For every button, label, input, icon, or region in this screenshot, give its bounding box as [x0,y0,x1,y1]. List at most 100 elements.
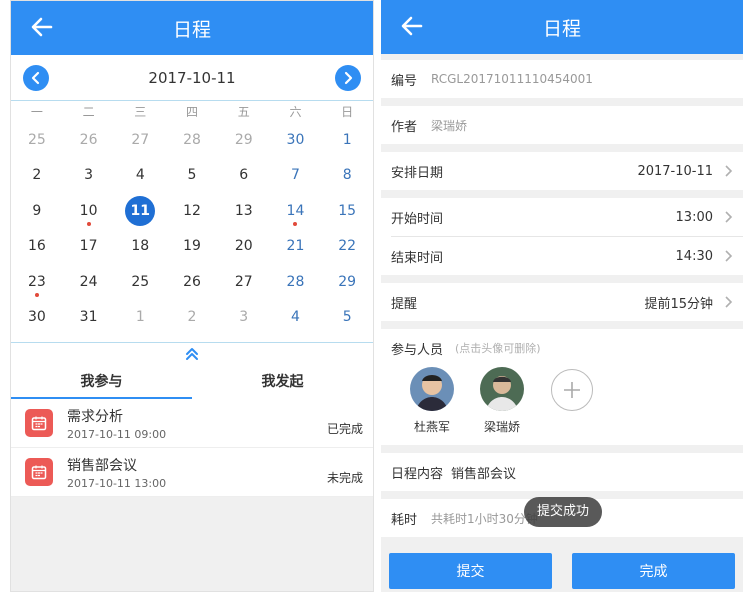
calendar-day[interactable]: 8 [321,158,373,193]
collapse-calendar-button[interactable] [11,343,373,366]
tab-initiated[interactable]: 我发起 [192,365,373,399]
calendar-day[interactable]: 10 [63,194,115,229]
schedule-time: 2017-10-11 13:00 [67,476,167,490]
duration-label: 耗时 [391,512,418,528]
schedule-tabs: 我参与 我发起 [11,365,373,400]
back-arrow-icon[interactable] [29,14,55,40]
calendar-day[interactable]: 25 [114,265,166,300]
calendar-day[interactable]: 31 [63,300,115,335]
calendar-day[interactable]: 2 [11,158,63,193]
calendar-day[interactable]: 1 [114,300,166,335]
calendar-day-number: 14 [286,202,305,219]
plus-icon [564,382,580,398]
calendar-day[interactable]: 2 [166,300,218,335]
participant[interactable]: 梁瑞娇 [467,367,537,445]
calendar-day[interactable]: 30 [270,123,322,158]
calendar-day[interactable]: 9 [11,194,63,229]
calendar-day[interactable]: 3 [63,158,115,193]
chevron-right-icon [725,296,733,308]
done-button[interactable]: 完成 [572,553,735,589]
schedule-time: 2017-10-11 09:00 [67,427,167,441]
calendar-day[interactable]: 5 [321,300,373,335]
calendar-day[interactable]: 4 [270,300,322,335]
calendar-day[interactable]: 21 [270,229,322,264]
calendar-day[interactable]: 24 [63,265,115,300]
calendar-day[interactable]: 29 [218,123,270,158]
calendar-day[interactable]: 14 [270,194,322,229]
avatar[interactable] [410,367,454,411]
schedule-list-item[interactable]: 需求分析 2017-10-11 09:00 已完成 [11,399,373,449]
calendar-day[interactable]: 22 [321,229,373,264]
date-label: 安排日期 [391,165,444,181]
start-time-row[interactable]: 开始时间 13:00 [381,198,743,236]
calendar-day[interactable]: 30 [11,300,63,335]
schedule-text: 销售部会议 2017-10-11 13:00 [67,455,327,490]
back-arrow-icon[interactable] [399,13,425,39]
code-value: RCGL20171011110454001 [431,72,593,86]
calendar-day[interactable]: 19 [166,229,218,264]
calendar-day-number: 10 [79,202,98,219]
code-row: 编号 RCGL20171011110454001 [381,60,743,98]
calendar-day[interactable]: 26 [63,123,115,158]
calendar-day[interactable]: 12 [166,194,218,229]
duration-value: 共耗时1小时30分钟 [431,511,538,526]
participant[interactable]: 杜燕军 [397,367,467,445]
calendar-week-row: 16 17 18 19 20 21 22 [11,229,373,265]
end-time-row[interactable]: 结束时间 14:30 [381,237,743,275]
calendar-day[interactable]: 25 [11,123,63,158]
calendar-day[interactable]: 28 [270,265,322,300]
date-row[interactable]: 安排日期 2017-10-11 [381,152,743,190]
calendar-week-row: 2 3 4 5 6 7 8 [11,158,373,194]
remind-value: 提前15分钟 [644,296,713,312]
weekday-label: 六 [289,105,302,119]
remind-row[interactable]: 提醒 提前15分钟 [381,283,743,321]
calendar-day[interactable]: 27 [114,123,166,158]
calendar-day[interactable]: 5 [166,158,218,193]
calendar-day[interactable]: 3 [218,300,270,335]
event-dot [34,292,39,297]
chevron-left-icon [31,71,40,84]
add-participant-button[interactable] [551,369,593,411]
weekday-label: 日 [341,105,354,119]
content-value: 销售部会议 [451,466,517,482]
calendar-day[interactable]: 26 [166,265,218,300]
author-value: 梁瑞娇 [431,118,468,133]
calendar-day[interactable]: 17 [63,229,115,264]
calendar-day[interactable]: 13 [218,194,270,229]
calendar-bottom-border [11,335,373,344]
schedule-list: 需求分析 2017-10-11 09:00 已完成 销售部会议 2017-10-… [11,399,373,498]
tab-participated[interactable]: 我参与 [11,365,192,400]
calendar-day[interactable]: 16 [11,229,63,264]
end-time-value: 14:30 [675,248,713,264]
participants-hint: (点击头像可删除) [455,342,541,355]
participant-list: 杜燕军 梁瑞娇 [391,367,733,445]
calendar-day[interactable]: 18 [114,229,166,264]
calendar-day[interactable]: 23 [11,265,63,300]
calendar-day[interactable]: 15 [321,194,373,229]
schedule-detail-screen: 日程 编号 RCGL20171011110454001 作者 梁瑞娇 安排日期 … [381,0,743,592]
calendar-day[interactable]: 27 [218,265,270,300]
calendar-day[interactable]: 4 [114,158,166,193]
calendar-day[interactable]: 28 [166,123,218,158]
calendar-day[interactable]: 7 [270,158,322,193]
calendar-day[interactable]: 1 [321,123,373,158]
schedule-text: 需求分析 2017-10-11 09:00 [67,406,327,441]
submit-button[interactable]: 提交 [389,553,552,589]
participants-label: 参与人员 [391,342,444,358]
calendar-day[interactable]: 29 [321,265,373,300]
calendar-day-selected[interactable]: 11 [114,194,166,229]
prev-month-button[interactable] [23,64,49,91]
code-label: 编号 [391,73,418,89]
chevron-right-icon [344,71,353,84]
page-title: 日程 [172,18,211,41]
weekday-label: 四 [186,105,199,119]
calendar-month-title: 2017-10-11 [148,68,236,87]
next-month-button[interactable] [335,64,361,91]
calendar-day[interactable]: 6 [218,158,270,193]
schedule-list-item[interactable]: 销售部会议 2017-10-11 13:00 未完成 [11,448,373,498]
avatar[interactable] [480,367,524,411]
participant-name: 梁瑞娇 [483,420,520,434]
content-row[interactable]: 日程内容 销售部会议 [381,453,743,491]
calendar-day[interactable]: 20 [218,229,270,264]
chevron-right-icon [725,211,733,223]
